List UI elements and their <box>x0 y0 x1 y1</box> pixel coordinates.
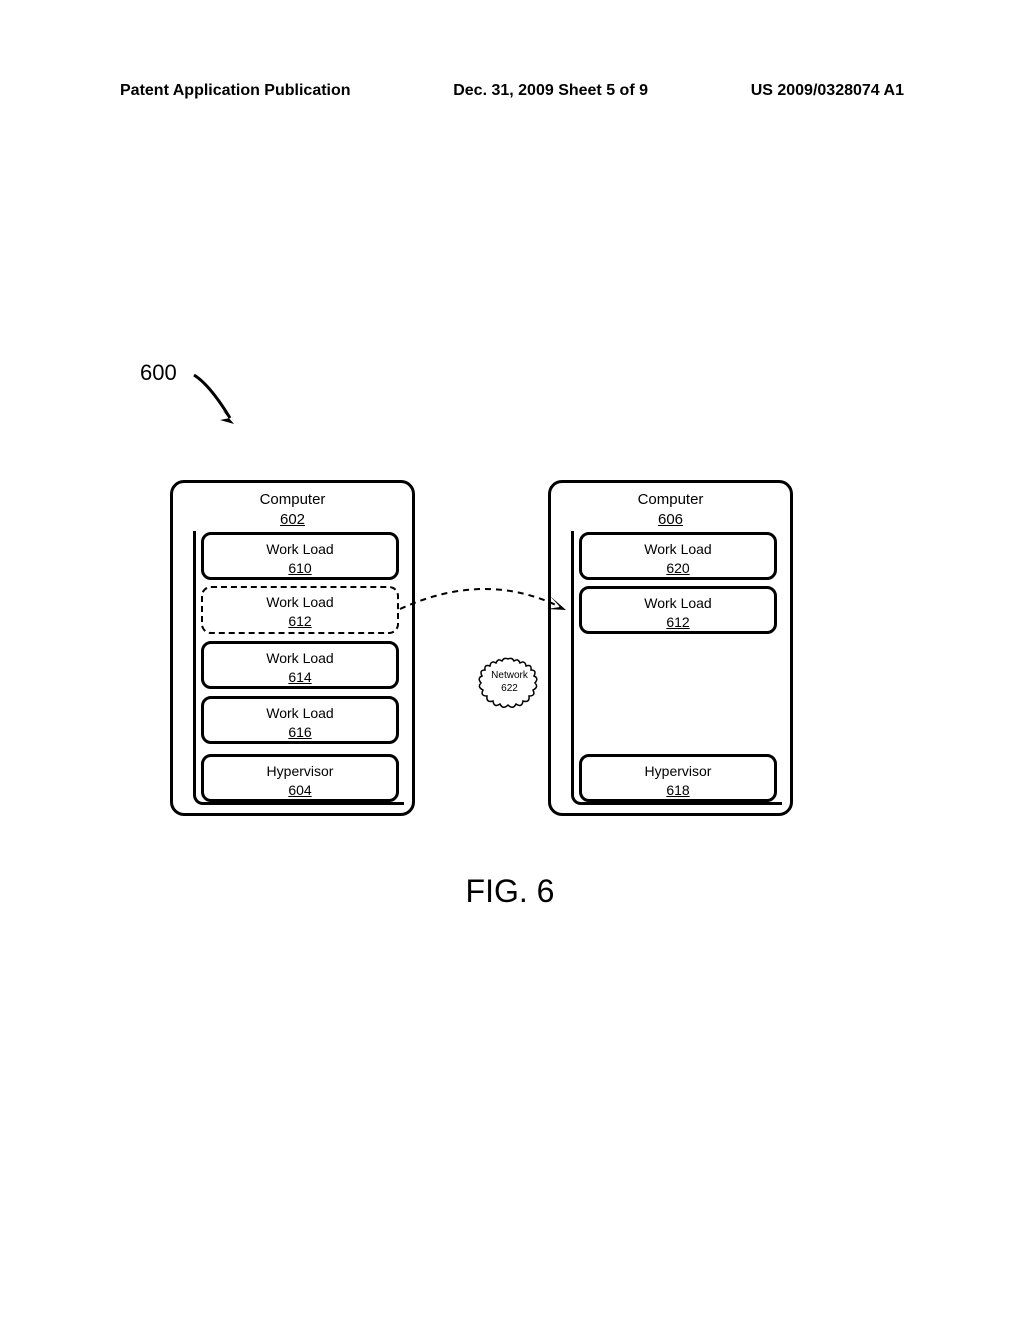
computer-right-title: Computer 606 <box>551 483 790 531</box>
header-date-sheet: Dec. 31, 2009 Sheet 5 of 9 <box>453 82 648 100</box>
hypervisor-618-ref: 618 <box>666 782 689 798</box>
network-cloud: Network 622 <box>482 658 537 708</box>
migration-arrow-icon <box>395 585 690 660</box>
hypervisor-604: Hypervisor 604 <box>201 754 399 802</box>
hypervisor-604-ref: 604 <box>288 782 311 798</box>
computer-box-left: Computer 602 Work Load 610 Work Load 612… <box>170 480 415 816</box>
header-patent-number: US 2009/0328074 A1 <box>751 82 904 100</box>
computer-right-ref: 606 <box>658 511 683 528</box>
hypervisor-618-label: Hypervisor <box>645 763 712 779</box>
hypervisor-618: Hypervisor 618 <box>579 754 777 802</box>
diagram-container: Computer 602 Work Load 610 Work Load 612… <box>170 480 870 820</box>
computer-left-title: Computer 602 <box>173 483 412 531</box>
figure-6: 600 Computer 602 Work Load 610 Work Load… <box>120 360 900 920</box>
computer-left-ref: 602 <box>280 511 305 528</box>
figure-reference-number: 600 <box>140 360 177 386</box>
computer-left-label: Computer <box>260 491 326 508</box>
header-publication-type: Patent Application Publication <box>120 82 351 100</box>
network-ref: 622 <box>501 683 518 694</box>
patent-header: Patent Application Publication Dec. 31, … <box>0 82 1024 100</box>
hypervisor-604-label: Hypervisor <box>267 763 334 779</box>
computer-right-label: Computer <box>638 491 704 508</box>
figure-caption: FIG. 6 <box>120 873 900 910</box>
network-label: Network <box>491 670 528 681</box>
figure-pointer-arrow-icon <box>190 370 250 440</box>
